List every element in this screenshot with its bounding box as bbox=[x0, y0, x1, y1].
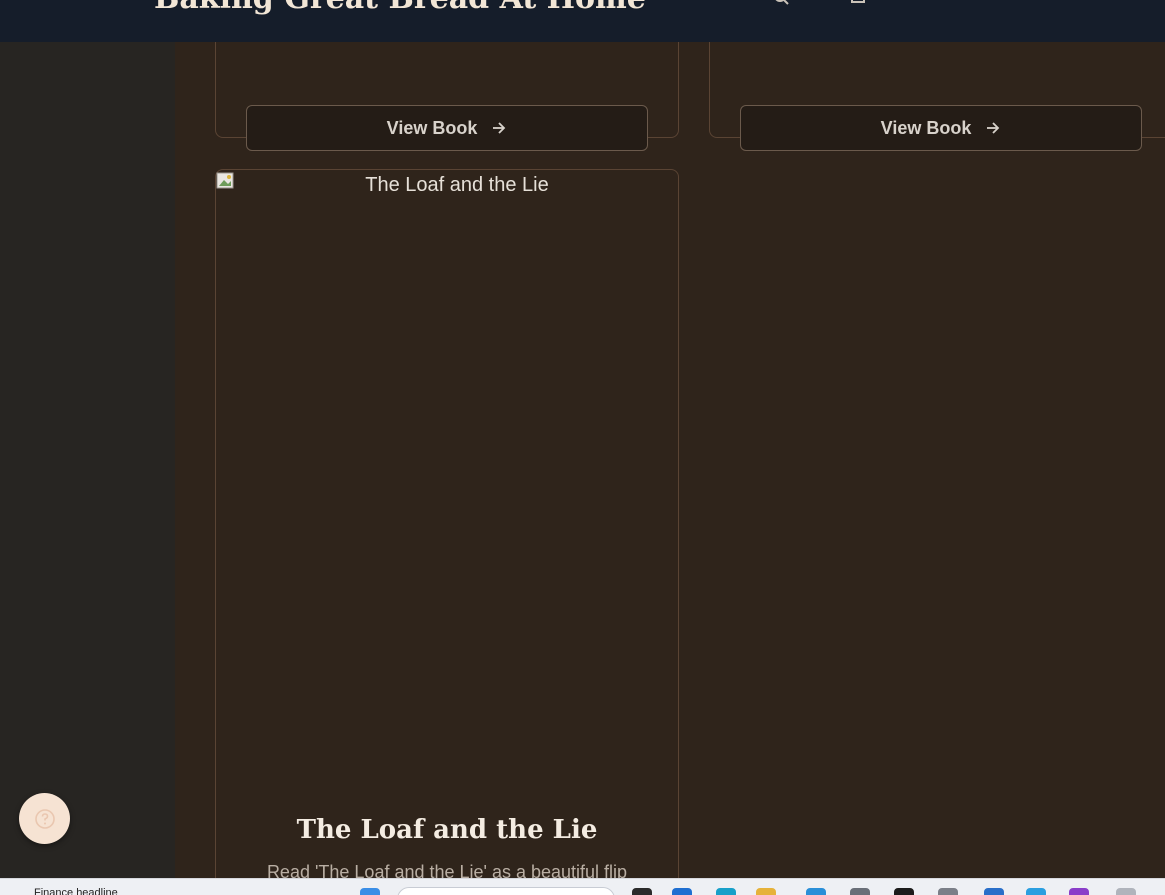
top-navigation-bar: Baking Great Bread At Home bbox=[0, 0, 1165, 42]
question-icon bbox=[34, 808, 55, 829]
book-card: View Book bbox=[709, 42, 1165, 151]
book-cover-image[interactable]: The Loaf and the Lie bbox=[216, 170, 678, 790]
sidebar bbox=[0, 42, 175, 878]
search-icon[interactable] bbox=[772, 0, 790, 6]
book-cover-alt-text: The Loaf and the Lie bbox=[365, 174, 549, 196]
cart-icon[interactable] bbox=[849, 0, 867, 6]
taskbar: Finance headline bbox=[0, 878, 1165, 895]
view-book-label: View Book bbox=[386, 117, 478, 138]
site-title[interactable]: Baking Great Bread At Home bbox=[154, 0, 646, 16]
book-card: The Loaf and the Lie The Loaf and the Li… bbox=[215, 169, 679, 878]
help-button[interactable] bbox=[19, 793, 70, 844]
user-icon[interactable] bbox=[912, 0, 930, 6]
book-card: View Book bbox=[215, 42, 679, 151]
arrow-right-icon bbox=[493, 122, 506, 134]
view-book-button[interactable]: View Book bbox=[246, 105, 648, 151]
view-book-label: View Book bbox=[880, 117, 972, 138]
arrow-right-icon bbox=[987, 122, 1000, 134]
book-grid: View Book View Book The Loaf and the Lie bbox=[175, 42, 1165, 878]
book-title[interactable]: The Loaf and the Lie bbox=[216, 815, 678, 845]
book-description: Read 'The Loaf and the Lie' as a beautif… bbox=[266, 862, 628, 878]
view-book-button[interactable]: View Book bbox=[740, 105, 1142, 151]
